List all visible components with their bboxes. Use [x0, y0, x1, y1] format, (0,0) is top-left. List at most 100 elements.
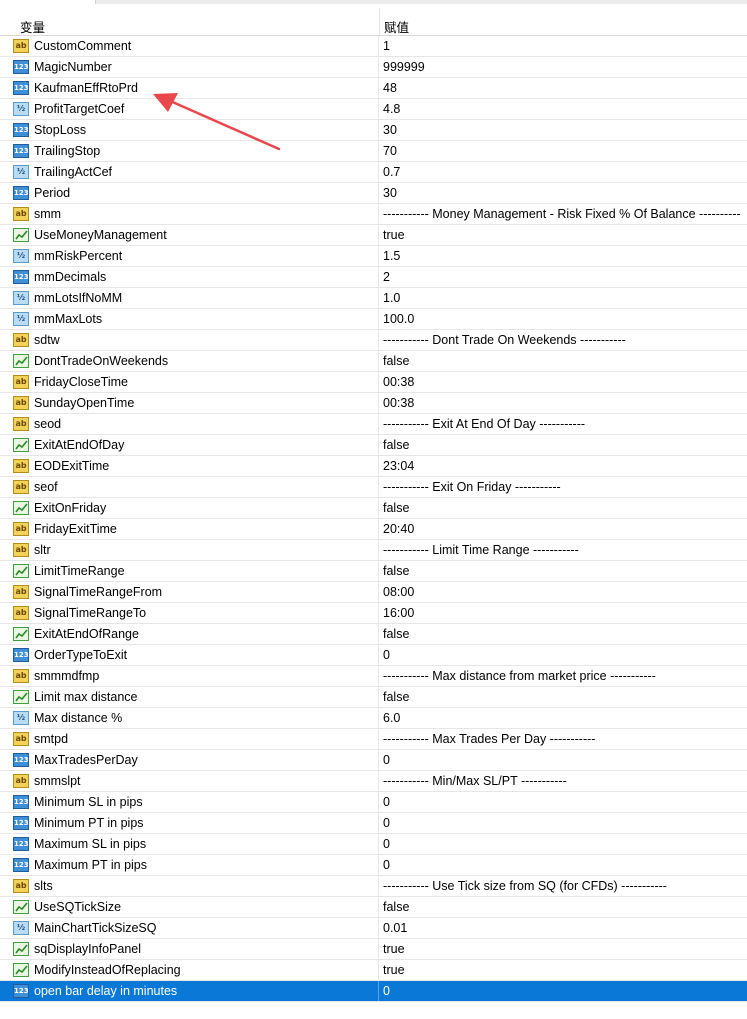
param-name-cell[interactable]: ab seod — [0, 414, 379, 434]
param-row[interactable]: ½ mmLotsIfNoMM 1.0 — [0, 288, 747, 309]
param-row[interactable]: ModifyInsteadOfReplacing true — [0, 960, 747, 981]
param-name-cell[interactable]: ab seof — [0, 477, 379, 497]
column-divider[interactable] — [379, 8, 380, 35]
param-value[interactable]: false — [383, 900, 745, 914]
param-value[interactable]: false — [383, 690, 745, 704]
param-value[interactable]: ----------- Dont Trade On Weekends -----… — [383, 333, 745, 347]
param-row[interactable]: ab slts ----------- Use Tick size from SQ … — [0, 876, 747, 897]
param-row[interactable]: 123 KaufmanEffRtoPrd 48 — [0, 78, 747, 99]
param-row[interactable]: UseMoneyManagement true — [0, 225, 747, 246]
param-row[interactable]: 123 TrailingStop 70 — [0, 141, 747, 162]
param-row[interactable]: ab SignalTimeRangeFrom 08:00 — [0, 582, 747, 603]
param-value[interactable]: 6.0 — [383, 711, 745, 725]
param-row[interactable]: ½ TrailingActCef 0.7 — [0, 162, 747, 183]
param-value[interactable]: 4.8 — [383, 102, 745, 116]
param-value[interactable]: false — [383, 501, 745, 515]
param-value[interactable]: 20:40 — [383, 522, 745, 536]
param-value[interactable]: 30 — [383, 186, 745, 200]
param-value[interactable]: 0 — [383, 753, 745, 767]
param-name-cell[interactable]: ExitOnFriday — [0, 498, 379, 518]
param-name-cell[interactable]: ab sltr — [0, 540, 379, 560]
param-name-cell[interactable]: ExitAtEndOfRange — [0, 624, 379, 644]
param-value[interactable]: 0.01 — [383, 921, 745, 935]
param-value[interactable]: 0 — [383, 795, 745, 809]
param-value[interactable]: 2 — [383, 270, 745, 284]
param-name-cell[interactable]: ab SignalTimeRangeFrom — [0, 582, 379, 602]
param-name-cell[interactable]: ab smtpd — [0, 729, 379, 749]
param-name-cell[interactable]: ab slts — [0, 876, 379, 896]
param-value[interactable]: 1 — [383, 39, 745, 53]
param-row[interactable]: ab smmslpt ----------- Min/Max SL/PT -----… — [0, 771, 747, 792]
param-row[interactable]: ½ Max distance % 6.0 — [0, 708, 747, 729]
param-name-cell[interactable]: DontTradeOnWeekends — [0, 351, 379, 371]
param-row[interactable]: ExitAtEndOfDay false — [0, 435, 747, 456]
param-name-cell[interactable]: 123 StopLoss — [0, 120, 379, 140]
param-value[interactable]: 30 — [383, 123, 745, 137]
param-name-cell[interactable]: 123 Maximum SL in pips — [0, 834, 379, 854]
param-name-cell[interactable]: ½ TrailingActCef — [0, 162, 379, 182]
param-row[interactable]: ab seof ----------- Exit On Friday -------… — [0, 477, 747, 498]
param-name-cell[interactable]: ½ mmRiskPercent — [0, 246, 379, 266]
param-row[interactable]: ab sdtw ----------- Dont Trade On Weekends… — [0, 330, 747, 351]
param-value[interactable]: 23:04 — [383, 459, 745, 473]
param-value[interactable]: 00:38 — [383, 396, 745, 410]
param-row[interactable]: ExitAtEndOfRange false — [0, 624, 747, 645]
param-name-cell[interactable]: ab CustomComment — [0, 36, 379, 56]
param-value[interactable]: 16:00 — [383, 606, 745, 620]
param-value[interactable]: 100.0 — [383, 312, 745, 326]
param-row[interactable]: ab smmmdfmp ----------- Max distance from … — [0, 666, 747, 687]
param-row[interactable]: 123 open bar delay in minutes 0 — [0, 981, 747, 1002]
param-row[interactable]: ½ mmMaxLots 100.0 — [0, 309, 747, 330]
param-name-cell[interactable]: 123 Maximum PT in pips — [0, 855, 379, 875]
param-value[interactable]: false — [383, 354, 745, 368]
param-value[interactable]: false — [383, 564, 745, 578]
param-value[interactable]: true — [383, 228, 745, 242]
param-name-cell[interactable]: 123 OrderTypeToExit — [0, 645, 379, 665]
param-row[interactable]: 123 OrderTypeToExit 0 — [0, 645, 747, 666]
param-value[interactable]: 08:00 — [383, 585, 745, 599]
param-name-cell[interactable]: 123 KaufmanEffRtoPrd — [0, 78, 379, 98]
param-name-cell[interactable]: ab SignalTimeRangeTo — [0, 603, 379, 623]
param-name-cell[interactable]: ½ ProfitTargetCoef — [0, 99, 379, 119]
param-value[interactable]: ----------- Exit On Friday ----------- — [383, 480, 745, 494]
param-name-cell[interactable]: ModifyInsteadOfReplacing — [0, 960, 379, 980]
param-value[interactable]: 0 — [383, 858, 745, 872]
param-row[interactable]: sqDisplayInfoPanel true — [0, 939, 747, 960]
param-row[interactable]: 123 Maximum PT in pips 0 — [0, 855, 747, 876]
param-row[interactable]: UseSQTickSize false — [0, 897, 747, 918]
param-row[interactable]: LimitTimeRange false — [0, 561, 747, 582]
param-value[interactable]: 1.5 — [383, 249, 745, 263]
param-row[interactable]: 123 Minimum SL in pips 0 — [0, 792, 747, 813]
param-name-cell[interactable]: ½ mmLotsIfNoMM — [0, 288, 379, 308]
param-name-cell[interactable]: 123 TrailingStop — [0, 141, 379, 161]
param-value[interactable]: 0 — [383, 837, 745, 851]
param-name-cell[interactable]: Limit max distance — [0, 687, 379, 707]
param-value[interactable]: ----------- Max Trades Per Day ---------… — [383, 732, 745, 746]
param-value[interactable]: 999999 — [383, 60, 745, 74]
param-row[interactable]: ExitOnFriday false — [0, 498, 747, 519]
param-row[interactable]: 123 StopLoss 30 — [0, 120, 747, 141]
param-value[interactable]: ----------- Max distance from market pri… — [383, 669, 745, 683]
param-row[interactable]: ab FridayExitTime 20:40 — [0, 519, 747, 540]
param-value[interactable]: 1.0 — [383, 291, 745, 305]
param-row[interactable]: ab smm ----------- Money Management - Risk… — [0, 204, 747, 225]
column-header-value[interactable]: 赋值 — [384, 17, 409, 36]
param-value[interactable]: true — [383, 963, 745, 977]
param-row[interactable]: Limit max distance false — [0, 687, 747, 708]
param-row[interactable]: ab seod ----------- Exit At End Of Day ---… — [0, 414, 747, 435]
param-value[interactable]: ----------- Limit Time Range ----------- — [383, 543, 745, 557]
param-name-cell[interactable]: ½ MainChartTickSizeSQ — [0, 918, 379, 938]
param-value[interactable]: false — [383, 627, 745, 641]
param-name-cell[interactable]: ab EODExitTime — [0, 456, 379, 476]
param-name-cell[interactable]: sqDisplayInfoPanel — [0, 939, 379, 959]
param-row[interactable]: 123 MagicNumber 999999 — [0, 57, 747, 78]
param-row[interactable]: ab SundayOpenTime 00:38 — [0, 393, 747, 414]
param-name-cell[interactable]: ab smm — [0, 204, 379, 224]
param-name-cell[interactable]: ab SundayOpenTime — [0, 393, 379, 413]
param-name-cell[interactable]: ab smmmdfmp — [0, 666, 379, 686]
param-name-cell[interactable]: ½ mmMaxLots — [0, 309, 379, 329]
param-name-cell[interactable]: 123 Period — [0, 183, 379, 203]
param-value[interactable]: true — [383, 942, 745, 956]
param-row[interactable]: 123 Minimum PT in pips 0 — [0, 813, 747, 834]
param-name-cell[interactable]: UseMoneyManagement — [0, 225, 379, 245]
